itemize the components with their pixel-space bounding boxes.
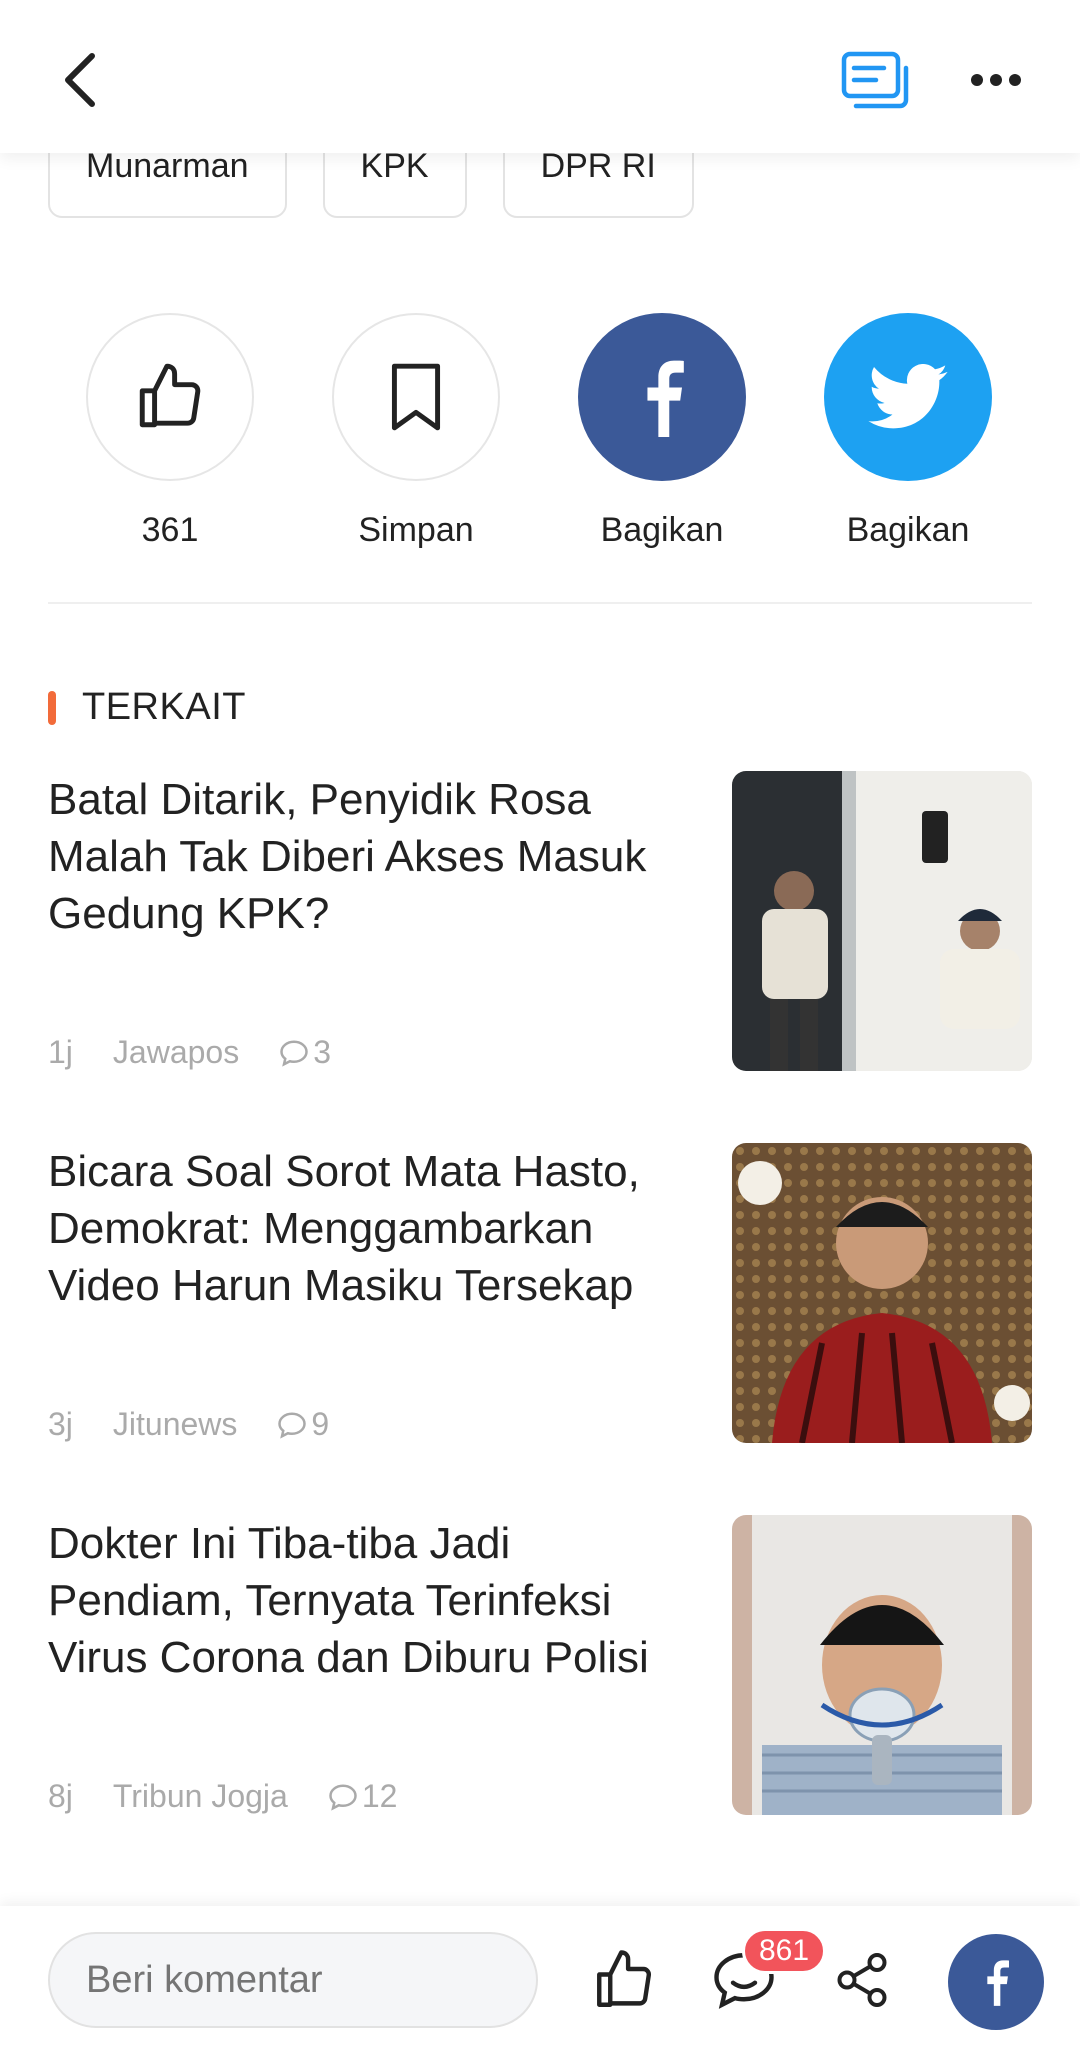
chevron-left-icon bbox=[65, 53, 95, 107]
divider bbox=[48, 602, 1032, 604]
article-photo-image bbox=[732, 771, 1032, 1071]
twitter-share-action[interactable]: Bagikan bbox=[823, 313, 993, 550]
twitter-share-button[interactable] bbox=[824, 313, 992, 481]
save-label: Simpan bbox=[358, 511, 474, 549]
comments-button[interactable] bbox=[840, 50, 912, 112]
like-action[interactable]: 361 bbox=[85, 313, 255, 550]
top-bar bbox=[0, 0, 1080, 153]
related-article[interactable]: Batal Ditarik, Penyidik Rosa Malah Tak D… bbox=[48, 771, 1032, 1071]
article-source: Jitunews bbox=[112, 1406, 238, 1442]
thumbs-up-icon bbox=[139, 363, 201, 428]
article-thumbnail[interactable] bbox=[732, 1143, 1032, 1443]
article-comment-count: 12 bbox=[328, 1778, 398, 1815]
article-headline[interactable]: Bicara Soal Sorot Mata Hasto, Demokrat: … bbox=[48, 1143, 688, 1314]
bookmark-icon bbox=[391, 363, 441, 431]
article-age: 3j bbox=[48, 1406, 73, 1442]
comment-count-value: 12 bbox=[361, 1778, 398, 1814]
article-photo-image bbox=[732, 1143, 1032, 1443]
article-actions: 361 Simpan Bagikan Bagikan bbox=[0, 313, 1080, 563]
comment-bubble-icon bbox=[278, 1411, 307, 1439]
facebook-icon bbox=[987, 1960, 1009, 2006]
article-age: 8j bbox=[48, 1778, 73, 1814]
comment-count-badge: 861 bbox=[742, 1928, 827, 1974]
more-horizontal-icon bbox=[971, 74, 1021, 86]
section-title: TERKAIT bbox=[82, 686, 246, 728]
article-thumbnail[interactable] bbox=[732, 1515, 1032, 1815]
bottom-facebook-share-button[interactable] bbox=[948, 1934, 1044, 2030]
article-comment-count: 9 bbox=[277, 1406, 329, 1443]
related-section-header: TERKAIT bbox=[48, 686, 246, 729]
article-comment-count: 3 bbox=[279, 1034, 331, 1071]
article-meta: 8j Tribun Jogja 12 bbox=[48, 1778, 437, 1815]
share-icon bbox=[837, 1953, 887, 2007]
article-meta: 1j Jawapos 3 bbox=[48, 1034, 371, 1071]
twitter-share-label: Bagikan bbox=[846, 511, 970, 549]
article-thumbnail[interactable] bbox=[732, 771, 1032, 1071]
facebook-share-button[interactable] bbox=[578, 313, 746, 481]
comment-count-value: 3 bbox=[313, 1034, 331, 1070]
facebook-share-action[interactable]: Bagikan bbox=[577, 313, 747, 550]
share-button[interactable] bbox=[826, 1944, 898, 2016]
comment-bubble-icon bbox=[329, 1783, 357, 1811]
facebook-share-label: Bagikan bbox=[600, 511, 724, 549]
twitter-bird-icon bbox=[868, 364, 948, 429]
section-accent-bar bbox=[48, 690, 56, 725]
comment-bubble-icon bbox=[280, 1039, 308, 1067]
article-headline[interactable]: Batal Ditarik, Penyidik Rosa Malah Tak D… bbox=[48, 771, 688, 942]
comments-icon bbox=[841, 51, 909, 109]
back-button[interactable] bbox=[50, 45, 110, 115]
thumbs-up-icon bbox=[597, 1950, 651, 2007]
like-count: 361 bbox=[141, 511, 199, 549]
comment-input[interactable] bbox=[48, 1932, 538, 2028]
article-source: Jawapos bbox=[112, 1034, 240, 1070]
bottom-like-button[interactable] bbox=[588, 1944, 660, 2016]
related-article[interactable]: Bicara Soal Sorot Mata Hasto, Demokrat: … bbox=[48, 1143, 1032, 1443]
article-source: Tribun Jogja bbox=[112, 1778, 288, 1814]
more-options-button[interactable] bbox=[962, 55, 1030, 105]
facebook-icon bbox=[647, 360, 684, 437]
article-age: 1j bbox=[48, 1034, 73, 1070]
comment-count-value: 9 bbox=[311, 1406, 330, 1442]
save-action[interactable]: Simpan bbox=[331, 313, 501, 550]
article-meta: 3j Jitunews 9 bbox=[48, 1406, 369, 1443]
like-button[interactable] bbox=[86, 313, 254, 481]
article-photo-image bbox=[732, 1515, 1032, 1815]
save-button[interactable] bbox=[332, 313, 500, 481]
bottom-bar: 861 bbox=[0, 1906, 1080, 2055]
article-headline[interactable]: Dokter Ini Tiba-tiba Jadi Pendiam, Terny… bbox=[48, 1515, 688, 1686]
related-article[interactable]: Dokter Ini Tiba-tiba Jadi Pendiam, Terny… bbox=[48, 1515, 1032, 1815]
